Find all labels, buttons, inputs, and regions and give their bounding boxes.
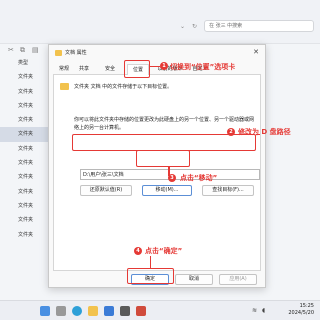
file-explorer-icon[interactable] bbox=[88, 306, 98, 316]
step-2-text: 修改为 D 盘路径 bbox=[238, 128, 291, 136]
taskbar: ≋ ◖ 15:25 2024/5/20 bbox=[0, 300, 320, 320]
step-4-text: 点击“确定” bbox=[145, 247, 183, 255]
sidebar-item[interactable]: 文件夹 bbox=[0, 199, 48, 213]
move-button[interactable]: 移动(M)... bbox=[142, 185, 192, 196]
location-panel: 文件夹 文档 中的文件存储于以下目标位置。 你可以将此文件夹中存储的位置更改为此… bbox=[53, 75, 261, 271]
sidebar-item[interactable]: 文件夹 bbox=[0, 113, 48, 127]
sidebar-item[interactable]: 文件夹 bbox=[0, 170, 48, 184]
sidebar-item[interactable]: 文件夹 bbox=[0, 228, 48, 242]
cancel-button[interactable]: 取消 bbox=[175, 274, 213, 285]
step-badge-1: 1 bbox=[160, 62, 168, 70]
volume-icon[interactable]: ◖ bbox=[262, 307, 265, 314]
location-intro-text: 文件夹 文档 中的文件存储于以下目标位置。 bbox=[74, 84, 173, 90]
chevron-down-icon[interactable]: ⌄ bbox=[180, 23, 185, 30]
step-badge-2: 2 bbox=[227, 128, 235, 136]
explorer-toolbar: ⌄ ↻ 在 张三 中搜索 bbox=[0, 0, 320, 44]
sidebar-item[interactable]: 文件夹 bbox=[0, 99, 48, 113]
dialog-footer: 确定 取消 应用(A) bbox=[49, 271, 265, 289]
annotation-connector bbox=[150, 256, 151, 268]
sidebar-item-selected[interactable]: 文件夹 bbox=[0, 127, 48, 142]
clock-date: 2024/5/20 bbox=[288, 310, 314, 316]
ok-button[interactable]: 确定 bbox=[131, 274, 169, 285]
step-badge-3: 3 bbox=[168, 174, 176, 182]
folder-icon bbox=[60, 83, 69, 90]
step-3-text: 点击“移动” bbox=[180, 174, 218, 182]
tab-general[interactable]: 常规 bbox=[55, 64, 73, 75]
search-input[interactable]: 在 张三 中搜索 bbox=[204, 20, 314, 32]
annotation-connector bbox=[150, 66, 160, 67]
refresh-icon[interactable]: ↻ bbox=[192, 23, 197, 30]
tab-security[interactable]: 安全 bbox=[101, 64, 119, 75]
close-icon[interactable]: ✕ bbox=[253, 48, 259, 56]
column-header-type[interactable]: 类型 bbox=[0, 56, 48, 70]
dialog-title: 文档 属性 bbox=[65, 50, 87, 56]
folder-icon bbox=[55, 50, 62, 56]
sidebar-item[interactable]: 文件夹 bbox=[0, 142, 48, 156]
sidebar-item[interactable]: 文件夹 bbox=[0, 85, 48, 99]
sidebar-item[interactable]: 文件夹 bbox=[0, 156, 48, 170]
copy-icon[interactable]: ⧉ bbox=[20, 46, 25, 55]
find-target-button[interactable]: 查找目标(F)... bbox=[202, 185, 254, 196]
edge-browser-icon[interactable] bbox=[72, 306, 82, 316]
search-icon[interactable] bbox=[56, 306, 66, 316]
clock-time: 15:25 bbox=[299, 303, 314, 309]
restore-default-button[interactable]: 还原默认值(R) bbox=[80, 185, 132, 196]
sidebar-item[interactable]: 文件夹 bbox=[0, 70, 48, 84]
step-badge-4: 4 bbox=[134, 247, 142, 255]
app-icon[interactable] bbox=[136, 306, 146, 316]
store-icon[interactable] bbox=[104, 306, 114, 316]
start-icon[interactable] bbox=[40, 306, 50, 316]
cut-icon[interactable]: ✂ bbox=[8, 46, 14, 54]
explorer-sidebar: 类型 文件夹 文件夹 文件夹 文件夹 文件夹 文件夹 文件夹 文件夹 文件夹 文… bbox=[0, 56, 48, 300]
wifi-icon[interactable]: ≋ bbox=[252, 307, 257, 314]
settings-icon[interactable] bbox=[120, 306, 130, 316]
sidebar-item[interactable]: 文件夹 bbox=[0, 185, 48, 199]
apply-button[interactable]: 应用(A) bbox=[219, 274, 257, 285]
paste-icon[interactable]: ▤ bbox=[32, 46, 39, 54]
dialog-titlebar: 文档 属性 ✕ bbox=[49, 45, 265, 61]
system-clock[interactable]: 15:25 2024/5/20 bbox=[288, 303, 314, 317]
sidebar-item[interactable]: 文件夹 bbox=[0, 213, 48, 227]
tab-sharing[interactable]: 共享 bbox=[75, 64, 93, 75]
step-1-text: 切换到“位置”选项卡 bbox=[170, 63, 236, 71]
